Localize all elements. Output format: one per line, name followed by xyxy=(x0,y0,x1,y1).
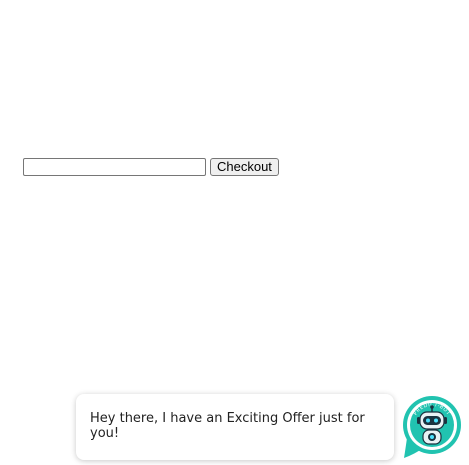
checkout-input[interactable] xyxy=(23,158,206,176)
page: Checkout Hey there, I have an Exciting O… xyxy=(0,0,469,465)
checkout-form: Checkout xyxy=(23,158,279,176)
chat-offer-bubble[interactable]: Hey there, I have an Exciting Offer just… xyxy=(76,394,394,460)
checkout-button[interactable]: Checkout xyxy=(210,158,279,176)
chatbot-robot-icon: PREDICT-BOT xyxy=(403,396,461,458)
chat-offer-message: Hey there, I have an Exciting Offer just… xyxy=(90,411,365,441)
chatbot-launcher-button[interactable]: PREDICT-BOT xyxy=(401,394,463,460)
